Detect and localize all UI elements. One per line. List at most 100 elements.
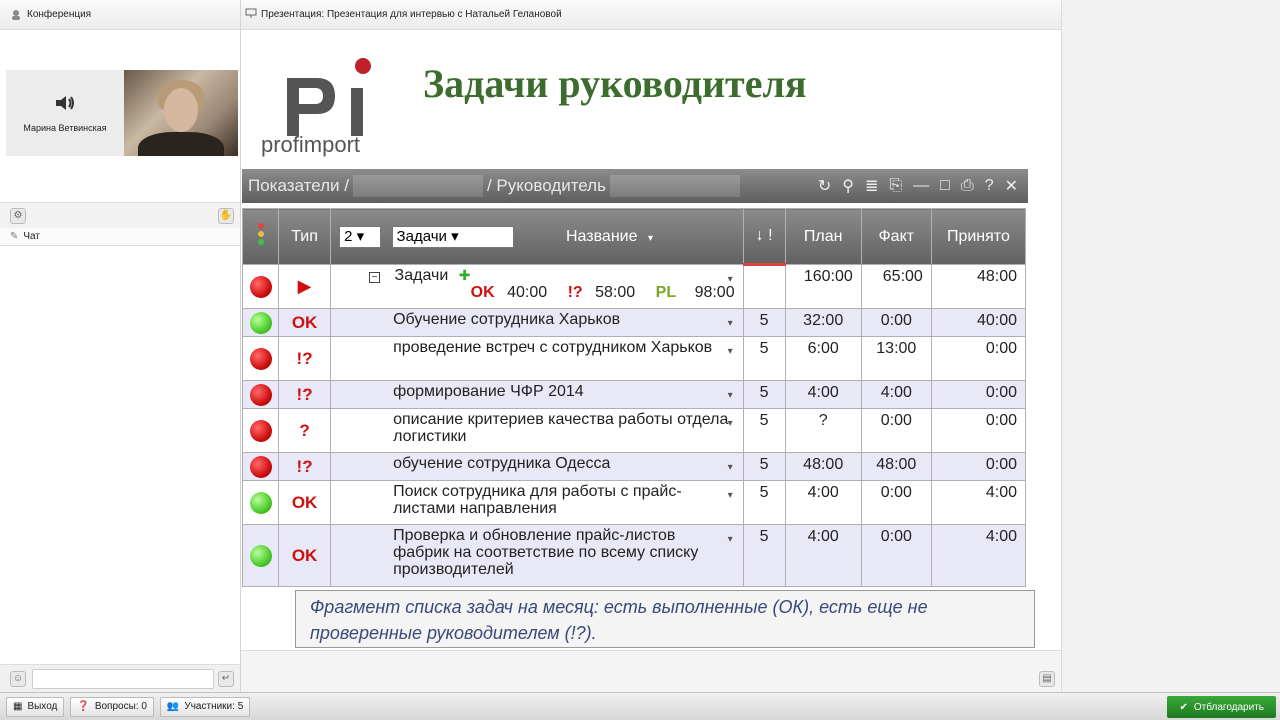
breadcrumb-indicators[interactable]: Показатели / bbox=[248, 176, 349, 196]
priority-cell: 5 bbox=[742, 408, 786, 453]
breadcrumb-manager[interactable]: / Руководитель bbox=[487, 176, 606, 196]
plan-column-header[interactable]: План bbox=[784, 208, 862, 265]
row-dropdown-icon[interactable]: ▾ bbox=[728, 459, 733, 476]
status-light-green bbox=[249, 311, 272, 334]
row-dropdown-icon[interactable]: ▾ bbox=[728, 487, 733, 504]
tasks-select[interactable]: Задачи ▾ bbox=[391, 225, 514, 248]
chat-icon: ✎ bbox=[10, 231, 19, 242]
q-label: !? bbox=[567, 284, 583, 301]
name-header-dropdown-icon[interactable]: ▾ bbox=[648, 233, 653, 244]
emoji-icon[interactable]: ☺ bbox=[10, 671, 26, 687]
row-dropdown-icon[interactable]: ▾ bbox=[728, 271, 733, 288]
priority-cell: 5 bbox=[742, 524, 786, 587]
table-row[interactable]: OK Обучение сотрудника Харьков ▾ 5 32:00 0:00… bbox=[241, 308, 1027, 337]
exit-button[interactable]: ▦ Выход bbox=[6, 696, 65, 717]
type-column-header[interactable]: Тип bbox=[278, 208, 332, 265]
accepted-cell: 4:00 bbox=[930, 480, 1027, 525]
manager-field[interactable] bbox=[609, 175, 740, 197]
plan-cell: 6:00 bbox=[784, 336, 862, 381]
save-icon[interactable]: ▤ bbox=[1039, 671, 1055, 687]
app-toolbar: Показатели / / Руководитель ↻ ⚲ ≣ ⎘ — □ … bbox=[242, 169, 1028, 203]
priority-cell: 5 bbox=[742, 308, 786, 337]
fact-column-header[interactable]: Факт bbox=[860, 208, 932, 265]
indicator-field[interactable] bbox=[352, 175, 483, 197]
status-light-red bbox=[249, 419, 272, 442]
conference-tools: ⚙ ✋ bbox=[0, 202, 240, 228]
csv-icon[interactable]: ⎘ bbox=[889, 177, 902, 195]
task-name: описание критериев качества работы отдел… bbox=[393, 411, 729, 445]
accepted-column-header[interactable]: Принято bbox=[930, 208, 1027, 265]
tasks-table: Тип 2 ▾ Задачи ▾ Название ▾ ↓ ! План Фак… bbox=[241, 208, 1027, 587]
status-light-red bbox=[249, 383, 272, 406]
row-dropdown-icon[interactable]: ▾ bbox=[728, 315, 733, 332]
row-dropdown-icon[interactable]: ▾ bbox=[728, 343, 733, 360]
task-name: формирование ЧФР 2014 bbox=[393, 383, 584, 400]
table-row[interactable]: !? формирование ЧФР 2014 ▾ 5 4:00 4:00 0:00 bbox=[241, 380, 1027, 409]
presentation-footer: ▤ bbox=[241, 650, 1061, 692]
slide: profimport Задачи руководителя Показател… bbox=[241, 30, 1061, 650]
close-icon[interactable]: ✕ bbox=[1005, 176, 1018, 196]
fact-cell: 0:00 bbox=[860, 408, 932, 453]
presentation-icon bbox=[245, 7, 257, 22]
plan-cell: 32:00 bbox=[784, 308, 862, 337]
conference-title: Конференция bbox=[27, 9, 92, 20]
task-name: Поиск сотрудника для работы с прайс-лист… bbox=[393, 483, 682, 517]
send-icon[interactable]: ↵ bbox=[218, 671, 234, 687]
level-select[interactable]: 2 ▾ bbox=[339, 225, 382, 248]
participants-button[interactable]: 👥 Участники: 5 bbox=[159, 696, 251, 717]
video-feed bbox=[124, 70, 238, 156]
table-row[interactable]: OK Поиск сотрудника для работы с прайс-ли… bbox=[241, 480, 1027, 525]
slide-caption: Фрагмент списка задач на месяц: есть вып… bbox=[295, 590, 1035, 648]
chat-messages bbox=[0, 246, 240, 664]
table-row[interactable]: ? описание критериев качества работы отде… bbox=[241, 408, 1027, 453]
fact-cell: 13:00 bbox=[860, 336, 932, 381]
priority-cell: 5 bbox=[742, 480, 786, 525]
raise-hand-icon[interactable]: ✋ bbox=[218, 208, 234, 224]
minimize-icon[interactable]: — bbox=[913, 177, 929, 195]
type-cell: OK bbox=[278, 480, 332, 525]
print-icon[interactable]: ⎙ bbox=[961, 177, 974, 195]
add-icon[interactable]: ✚ bbox=[459, 267, 471, 283]
priority-cell: 5 bbox=[742, 336, 786, 381]
table-row[interactable]: OK Проверка и обновление прайс-листов фаб… bbox=[241, 524, 1027, 587]
status-light-green bbox=[249, 544, 272, 567]
help-icon[interactable]: ? bbox=[985, 177, 994, 195]
table-row[interactable]: !? проведение встреч с сотрудником Харько… bbox=[241, 336, 1027, 381]
light-column-header[interactable] bbox=[241, 208, 280, 265]
list-icon[interactable]: ≣ bbox=[865, 176, 878, 196]
accepted-cell: 0:00 bbox=[930, 408, 1027, 453]
presentation-header: Презентация: Презентация для интервью с … bbox=[241, 0, 1061, 30]
participant-tile[interactable]: Марина Ветвинская bbox=[6, 70, 124, 156]
settings-gear-icon[interactable]: ⚙ bbox=[10, 208, 26, 224]
type-cell: !? bbox=[278, 336, 332, 381]
row-dropdown-icon[interactable]: ▾ bbox=[728, 387, 733, 404]
chat-input-row: ☺ ↵ bbox=[0, 664, 240, 692]
presentation-title: Презентация: Презентация для интервью с … bbox=[261, 9, 562, 20]
conference-icon bbox=[10, 9, 22, 21]
collapse-icon[interactable]: − bbox=[369, 272, 381, 283]
play-icon[interactable]: ▶ bbox=[298, 276, 312, 296]
check-icon: ✔ bbox=[1179, 701, 1188, 713]
row-dropdown-icon[interactable]: ▾ bbox=[728, 531, 733, 548]
priority-cell: 5 bbox=[742, 380, 786, 409]
questions-button[interactable]: ❓ Вопросы: 0 bbox=[70, 696, 154, 717]
refresh-icon[interactable]: ↻ bbox=[818, 176, 831, 196]
row-dropdown-icon[interactable]: ▾ bbox=[728, 415, 733, 432]
priority-column-header[interactable]: ↓ ! bbox=[742, 208, 786, 266]
type-cell: !? bbox=[278, 452, 332, 481]
toolbar-icons: ↻ ⚲ ≣ ⎘ — □ ⎙ ? ✕ bbox=[818, 169, 1018, 203]
accepted-cell: 4:00 bbox=[930, 524, 1027, 587]
summary-row[interactable]: ▶ − Задачи ✚ ▾ OK 40:00 !? 58:00 PL 98:0… bbox=[241, 264, 1027, 309]
summary-name: Задачи bbox=[394, 267, 449, 284]
name-header-label[interactable]: Название bbox=[566, 228, 638, 245]
thank-button[interactable]: ✔ Отблагодарить bbox=[1167, 696, 1276, 718]
table-row[interactable]: !? обучение сотрудника Одесса ▾ 5 48:00 48:00… bbox=[241, 452, 1027, 481]
left-panel: Конференция Марина Ветвинская ⚙ ✋ ✎ Чат … bbox=[0, 0, 241, 720]
ok-value: 40:00 bbox=[507, 284, 548, 301]
fact-cell: 48:00 bbox=[860, 452, 932, 481]
task-name: Обучение сотрудника Харьков bbox=[393, 311, 621, 328]
chat-input[interactable] bbox=[32, 669, 214, 689]
maximize-icon[interactable]: □ bbox=[940, 177, 950, 195]
type-cell: !? bbox=[278, 380, 332, 409]
search-icon[interactable]: ⚲ bbox=[842, 176, 854, 196]
